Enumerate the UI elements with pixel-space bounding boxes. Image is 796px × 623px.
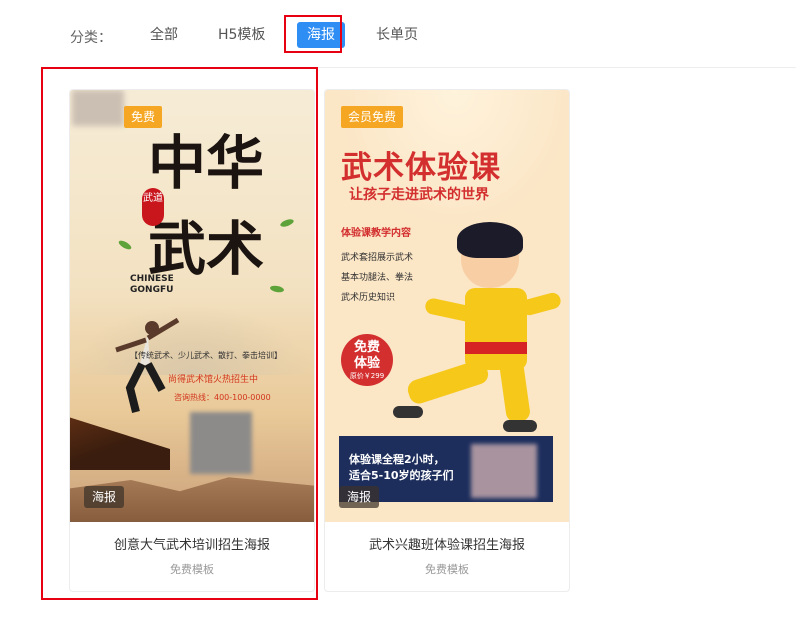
- poster-title: 武术体验课: [341, 150, 501, 186]
- boy-illustration: [457, 222, 523, 258]
- free-trial-circle: 免费 体验 原价￥299: [341, 334, 393, 386]
- type-tag: 海报: [339, 486, 380, 508]
- poster-section-title: 体验课教学内容: [341, 228, 411, 239]
- highlight-box-tab: [284, 15, 342, 53]
- circle-text: 体验: [353, 356, 380, 371]
- banner-text: 体验课全程2小时， 适合5-10岁的孩子们: [349, 452, 454, 484]
- template-card[interactable]: 武术体验课 让孩子走进武术的世界 体验课教学内容 武术套招展示武术 基本功腿法、…: [324, 89, 570, 592]
- qr-code-blurred: [471, 444, 537, 498]
- card-title[interactable]: 武术兴趣班体验课招生海报: [325, 534, 569, 553]
- poster-subtitle: 让孩子走进武术的世界: [349, 187, 489, 203]
- category-label: 分类：: [70, 30, 112, 46]
- banner-line: 适合5-10岁的孩子们: [349, 469, 454, 482]
- poster-list-item: 基本功腿法、拳法: [341, 273, 414, 283]
- highlight-box-card: [41, 67, 318, 600]
- boy-illustration: [393, 406, 423, 418]
- template-thumbnail[interactable]: 武术体验课 让孩子走进武术的世界 体验课教学内容 武术套招展示武术 基本功腿法、…: [325, 90, 569, 522]
- original-price: 原价￥299: [349, 372, 385, 380]
- poster-list-item: 武术历史知识: [341, 293, 396, 303]
- boy-illustration: [465, 342, 527, 354]
- circle-text: 免费: [353, 340, 380, 355]
- banner-line: 体验课全程2小时，: [349, 453, 445, 466]
- tab-long-page[interactable]: 长单页: [366, 22, 428, 48]
- card-subtitle: 免费模板: [425, 563, 469, 576]
- tab-h5-template[interactable]: H5模板: [208, 22, 275, 48]
- boy-illustration: [465, 288, 527, 370]
- filter-bar: 分类： 全部 H5模板 海报 长单页: [0, 0, 796, 68]
- member-free-badge: 会员免费: [341, 106, 404, 128]
- boy-illustration: [503, 420, 537, 432]
- tab-all[interactable]: 全部: [140, 22, 188, 48]
- poster-list-item: 武术套招展示武术: [341, 253, 414, 263]
